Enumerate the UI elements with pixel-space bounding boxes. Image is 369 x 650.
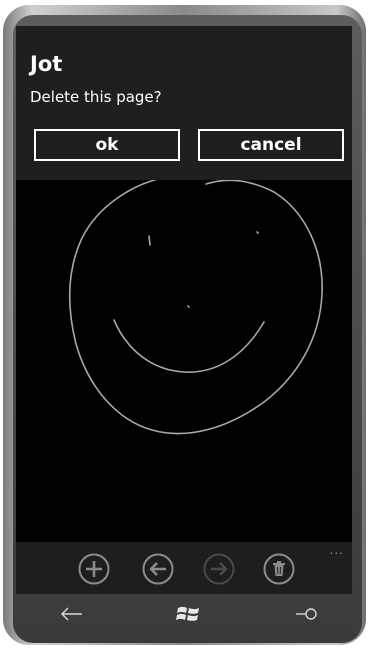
dialog-message: Delete this page? xyxy=(30,88,162,106)
back-arrow-icon[interactable] xyxy=(142,553,174,585)
search-icon[interactable] xyxy=(292,602,320,626)
trash-icon[interactable] xyxy=(263,553,295,585)
hardware-nav-bar xyxy=(16,594,352,634)
add-icon[interactable] xyxy=(78,553,110,585)
windows-logo-icon[interactable] xyxy=(174,602,202,626)
nose-stroke xyxy=(187,305,190,308)
phone-screen: Jot Delete this page? ok cancel ... xyxy=(16,26,352,594)
dialog-title: Jot xyxy=(30,52,63,76)
cancel-button[interactable]: cancel xyxy=(198,129,344,161)
delete-dialog: Jot Delete this page? ok cancel xyxy=(16,26,352,180)
face-outline-stroke xyxy=(69,178,323,435)
eye-right-stroke xyxy=(256,231,259,234)
forward-arrow-icon[interactable] xyxy=(203,553,235,585)
mouth-stroke xyxy=(113,319,265,373)
ok-button[interactable]: ok xyxy=(34,129,180,161)
eye-left-stroke xyxy=(148,235,151,246)
more-options-ellipsis[interactable]: ... xyxy=(330,544,344,556)
application-bar: ... xyxy=(16,542,352,594)
back-icon[interactable] xyxy=(58,602,86,626)
